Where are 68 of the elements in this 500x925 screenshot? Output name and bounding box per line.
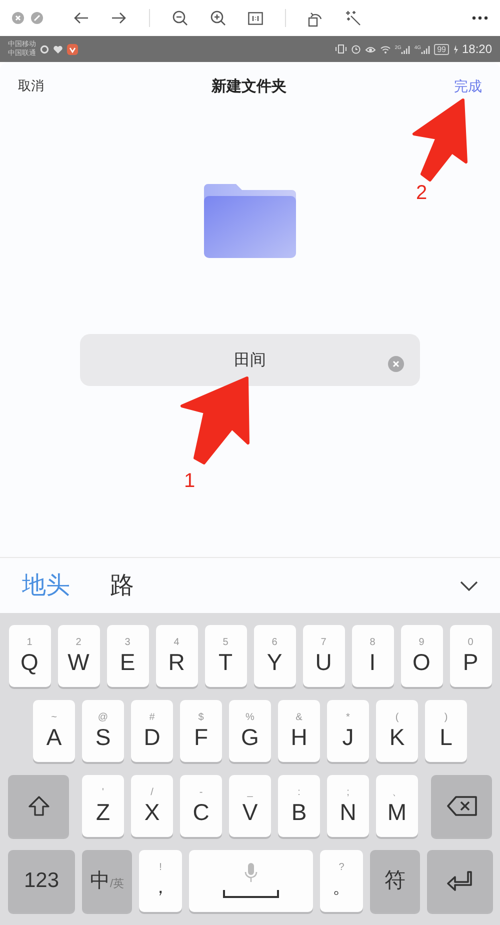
- vibrate-icon: [334, 44, 347, 54]
- charging-icon: [452, 44, 458, 54]
- keyboard-key[interactable]: ' Z: [82, 775, 124, 837]
- enter-key[interactable]: [427, 850, 493, 912]
- space-bar-icon: [223, 889, 279, 899]
- heart-icon: [53, 44, 63, 54]
- keyboard-key[interactable]: 0 P: [450, 625, 492, 687]
- keyboard-key[interactable]: # D: [131, 700, 173, 762]
- forward-arrow-icon[interactable]: [111, 12, 127, 24]
- keyboard-key[interactable]: ) L: [425, 700, 467, 762]
- actual-size-icon[interactable]: [248, 12, 263, 24]
- shift-key[interactable]: [8, 775, 69, 837]
- keyboard-key[interactable]: ~ A: [33, 700, 75, 762]
- keyboard-key[interactable]: : B: [278, 775, 320, 837]
- keyboard-key[interactable]: 2 W: [58, 625, 100, 687]
- done-button[interactable]: 完成: [454, 76, 482, 97]
- collapse-chevron-icon[interactable]: [460, 580, 478, 590]
- zoom-out-icon[interactable]: [172, 10, 188, 26]
- keyboard-key[interactable]: & H: [278, 700, 320, 762]
- keyboard-key[interactable]: $ F: [180, 700, 222, 762]
- language-key[interactable]: 中/英: [82, 850, 132, 912]
- keyboard-key[interactable]: * J: [327, 700, 369, 762]
- dialog-title: 新建文件夹: [212, 77, 286, 97]
- keyboard-key[interactable]: @ S: [82, 700, 124, 762]
- notification-icon: [67, 44, 78, 54]
- shift-icon: [28, 796, 50, 816]
- wifi-icon: [380, 44, 391, 54]
- keyboard-key[interactable]: ! ，: [139, 850, 182, 912]
- keyboard-key[interactable]: ; N: [327, 775, 369, 837]
- battery-level: 99: [434, 44, 449, 54]
- keyboard-key[interactable]: 符: [370, 850, 420, 912]
- signal-icon: [421, 44, 430, 54]
- keyboard-key[interactable]: / X: [131, 775, 173, 837]
- keyboard-key[interactable]: 1 Q: [8, 625, 50, 687]
- magic-wand-icon[interactable]: [345, 10, 361, 26]
- folder-name-field[interactable]: 田间: [80, 334, 420, 386]
- more-icon[interactable]: [472, 16, 488, 20]
- keyboard-key[interactable]: 4 R: [156, 625, 198, 687]
- back-arrow-icon[interactable]: [73, 12, 89, 24]
- eye-icon: [364, 44, 376, 54]
- status-time: 18:20: [462, 41, 492, 58]
- keyboard-key[interactable]: - C: [180, 775, 222, 837]
- candidate-word[interactable]: 路: [110, 568, 134, 604]
- keyboard-key[interactable]: 6 Y: [254, 625, 296, 687]
- keyboard-key[interactable]: 7 U: [302, 625, 344, 687]
- keyboard-key[interactable]: 、 M: [376, 775, 418, 837]
- keyboard-key[interactable]: 3 E: [106, 625, 148, 687]
- keyboard-key[interactable]: ( K: [376, 700, 418, 762]
- folder-icon: [204, 184, 296, 258]
- rotate-icon[interactable]: [308, 10, 323, 26]
- keyboard-key[interactable]: 8 I: [352, 625, 394, 687]
- annotation-number: 1: [184, 469, 196, 494]
- alarm-icon: [350, 44, 361, 54]
- ring-icon: [40, 44, 49, 54]
- zoom-in-icon[interactable]: [210, 10, 226, 26]
- backspace-icon: [446, 796, 476, 816]
- keyboard-key[interactable]: _ V: [229, 775, 271, 837]
- signal-icon: [401, 44, 410, 54]
- keyboard-key[interactable]: 9 O: [400, 625, 442, 687]
- annotation-number: 2: [416, 181, 428, 206]
- keyboard-key[interactable]: 5 T: [204, 625, 246, 687]
- cancel-button[interactable]: 取消: [18, 76, 44, 96]
- enter-icon: [446, 870, 474, 892]
- keyboard-key[interactable]: % G: [229, 700, 271, 762]
- keyboard-key[interactable]: 123: [8, 850, 75, 912]
- keyboard-key[interactable]: ? 。: [320, 850, 363, 912]
- backspace-key[interactable]: [431, 775, 492, 837]
- microphone-icon: [244, 863, 258, 883]
